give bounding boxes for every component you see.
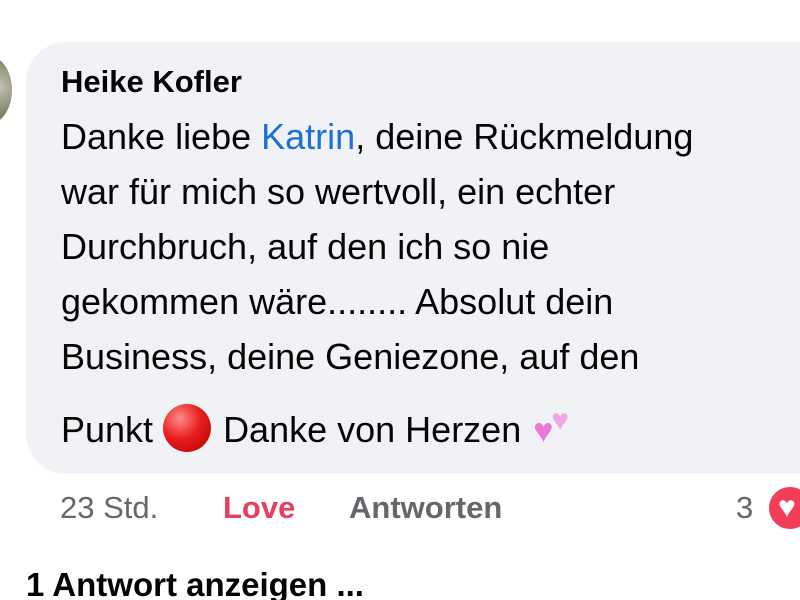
- view-replies-link[interactable]: 1 Antwort anzeigen ...: [26, 566, 364, 600]
- comment-text-line-5: Business, deine Geniezone, auf den: [61, 336, 640, 377]
- comment-timestamp[interactable]: 23 Std.: [60, 488, 158, 528]
- love-button[interactable]: Love: [223, 488, 295, 528]
- two-hearts-emoji: ♥ ♥: [533, 404, 570, 450]
- heart-reaction-icon[interactable]: ♥: [766, 484, 800, 532]
- avatar[interactable]: [0, 56, 12, 124]
- comment-author[interactable]: Heike Kofler: [61, 64, 242, 100]
- reaction-count[interactable]: 3: [736, 488, 753, 528]
- mention-link[interactable]: Katrin: [261, 116, 355, 157]
- comment-text-line-2: war für mich so wertvoll, ein echter: [61, 171, 616, 212]
- text-segment: , deine Rückmeldung: [355, 116, 694, 157]
- text-segment: Danke liebe: [61, 116, 262, 157]
- comment-page: Heike Kofler Danke liebe Katrin, deine R…: [0, 0, 800, 600]
- text-segment: Punkt: [61, 409, 154, 450]
- comment-text-line-6: Punkt Danke von Herzen ♥ ♥: [61, 404, 583, 452]
- text-segment: Danke von Herzen: [223, 409, 522, 450]
- red-circle-emoji: [163, 404, 212, 452]
- comment-text-line-1: Danke liebe Katrin, deine Rückmeldung: [61, 115, 693, 159]
- comment-text-line-4: gekommen wäre........ Absolut dein: [61, 281, 614, 322]
- reply-button[interactable]: Antworten: [349, 488, 502, 528]
- comment-text-line-3: Durchbruch, auf den ich so nie: [61, 226, 550, 267]
